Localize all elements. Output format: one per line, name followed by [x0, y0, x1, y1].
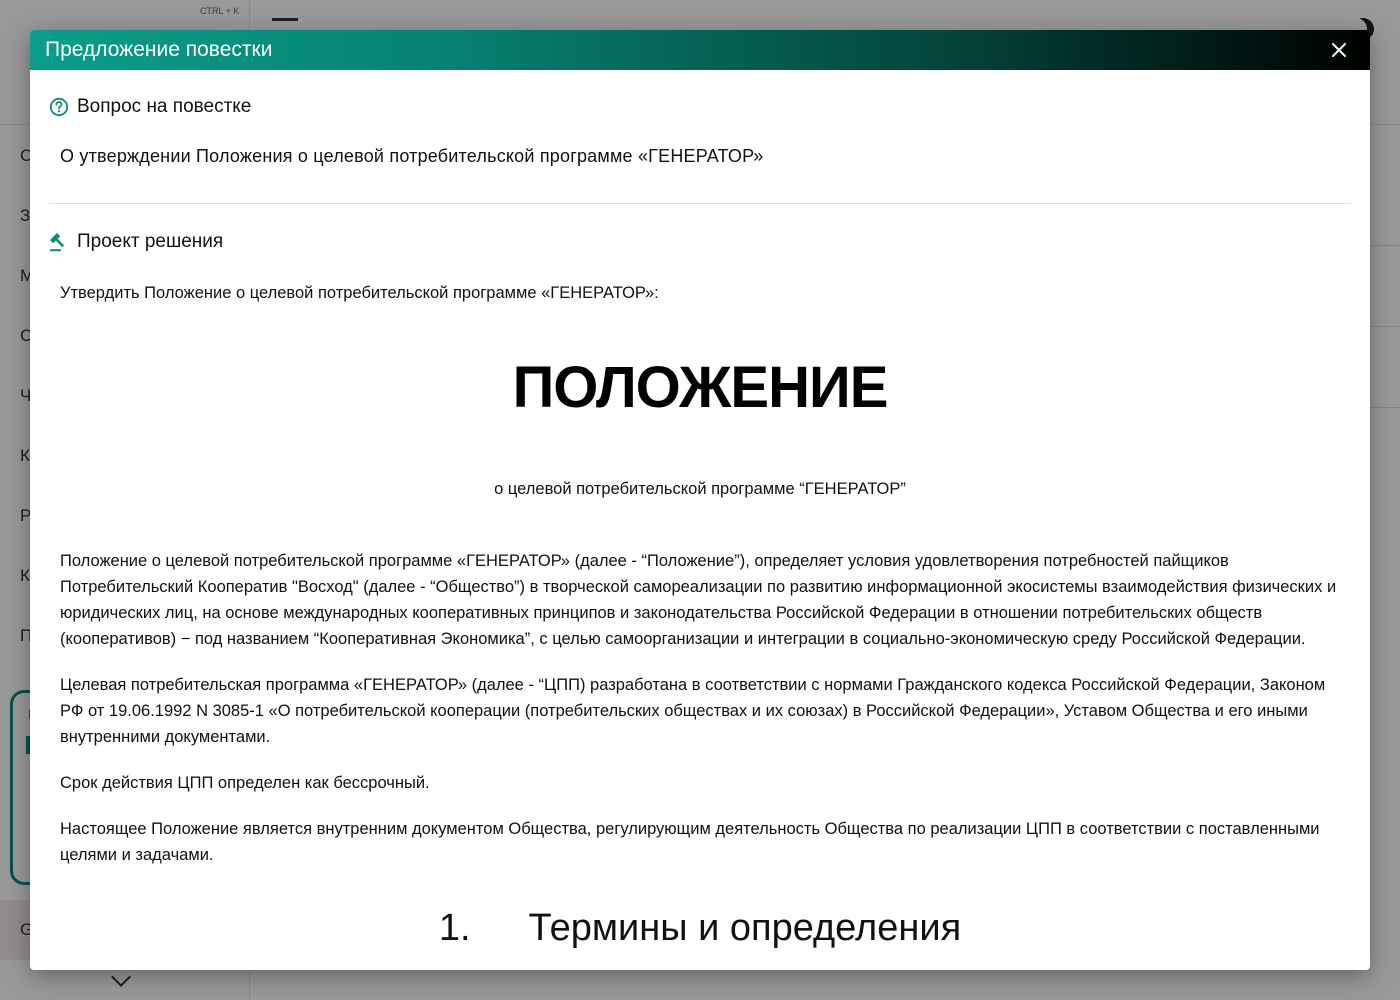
document-section-heading: 1. Термины и определения — [60, 906, 1340, 950]
help-circle-icon — [49, 97, 69, 117]
question-text: О утверждении Положения о целевой потреб… — [60, 146, 764, 166]
question-section: Вопрос на повестке О утверждении Положен… — [49, 70, 1351, 204]
section-title: Термины и определения — [528, 907, 962, 949]
document-paragraph: Целевая потребительская программа «ГЕНЕР… — [60, 676, 1326, 746]
decision-document: Утвердить Положение о целевой потребител… — [60, 280, 1340, 950]
dialog-body[interactable]: Вопрос на повестке О утверждении Положен… — [30, 70, 1370, 970]
close-button[interactable] — [1324, 35, 1354, 65]
document-paragraph: Срок действия ЦПП определен как бессрочн… — [60, 774, 430, 792]
dialog-title: Предложение повестки — [45, 38, 273, 61]
decision-heading-label: Проект решения — [77, 231, 224, 252]
dialog-header: Предложение повестки — [30, 30, 1370, 70]
section-number: 1. — [438, 907, 471, 949]
gavel-icon — [50, 233, 64, 252]
decision-intro: Утвердить Положение о целевой потребител… — [60, 284, 659, 302]
agenda-proposal-dialog: Предложение повестки Вопрос на повестке … — [30, 30, 1370, 970]
document-paragraph: Настоящее Положение является внутренним … — [60, 820, 1320, 864]
decision-heading: Проект решения — [49, 231, 1351, 253]
close-icon — [1332, 43, 1346, 57]
document-subtitle: о целевой потребительской программе “ГЕН… — [494, 480, 906, 498]
question-heading-label: Вопрос на повестке — [77, 96, 252, 117]
document-title: ПОЛОЖЕНИЕ — [512, 355, 889, 420]
document-paragraph: Положение о целевой потребительской прог… — [60, 552, 1337, 648]
question-heading: Вопрос на повестке — [49, 96, 1351, 118]
decision-section: Проект решения Утвердить Положение о цел… — [49, 204, 1351, 950]
